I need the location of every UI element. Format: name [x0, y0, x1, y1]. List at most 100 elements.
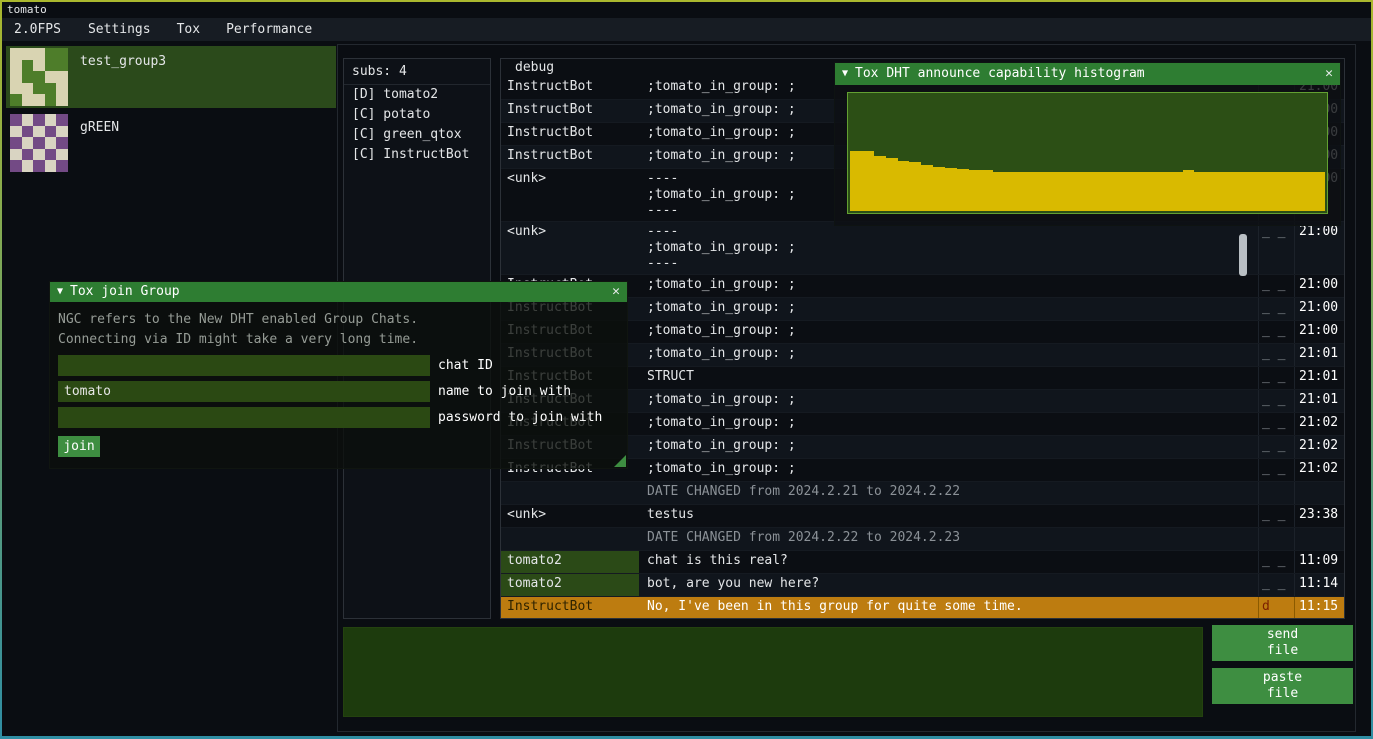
message-sender: <unk>: [501, 222, 639, 274]
member-list: [D] tomato2[C] potato[C] green_qtox[C] I…: [344, 85, 490, 165]
message-row: InstructBotSTRUCT_ _21:01: [501, 367, 1344, 390]
message-row: InstructBot;tomato_in_group: ;_ _21:02: [501, 459, 1344, 482]
message-time: 11:14: [1294, 574, 1344, 596]
histogram-bar: [1171, 172, 1183, 211]
chat-scrollbar[interactable]: [1239, 234, 1247, 276]
histogram-bar: [1159, 172, 1171, 211]
avatar-pixel: [10, 126, 22, 138]
delivery-marks: _ _: [1258, 298, 1294, 320]
delivery-marks: _ _: [1258, 436, 1294, 458]
histogram-bar: [1004, 172, 1016, 211]
avatar-pixel: [22, 94, 34, 106]
menu-settings[interactable]: Settings: [75, 22, 164, 38]
message-row: tomato2chat is this real?_ _11:09: [501, 551, 1344, 574]
resize-grip[interactable]: [614, 455, 626, 467]
avatar-pixel: [33, 48, 45, 60]
group-item-green[interactable]: gREEN: [6, 112, 336, 172]
message-sender: tomato2: [501, 574, 639, 596]
paste-file-button[interactable]: paste file: [1212, 668, 1353, 704]
message-row: InstructBot;tomato_in_group: ;_ _21:00: [501, 298, 1344, 321]
member-item[interactable]: [C] green_qtox: [344, 125, 490, 145]
avatar-pixel: [45, 114, 57, 126]
histogram-bar: [1254, 172, 1266, 211]
message-input[interactable]: [343, 627, 1203, 717]
avatar-pixel: [56, 83, 68, 95]
avatar-pixel: [33, 71, 45, 83]
avatar-pixel: [22, 149, 34, 161]
collapse-icon[interactable]: ▼: [57, 284, 63, 300]
avatar-pixel: [10, 48, 22, 60]
title-bar[interactable]: tomato: [2, 2, 1371, 18]
message-time: 21:00: [1294, 222, 1344, 274]
menu-tox[interactable]: Tox: [164, 22, 213, 38]
close-icon[interactable]: ✕: [612, 284, 620, 300]
avatar-pixel: [45, 83, 57, 95]
close-icon[interactable]: ✕: [1325, 66, 1333, 82]
avatar-pixel: [33, 160, 45, 172]
member-item[interactable]: [C] InstructBot: [344, 145, 490, 165]
delivery-marks: d: [1258, 597, 1294, 618]
message-row: DATE CHANGED from 2024.2.22 to 2024.2.23: [501, 528, 1344, 551]
message-sender: <unk>: [501, 505, 639, 527]
group-name: gREEN: [80, 120, 119, 172]
join-name-label: name to join with: [438, 384, 571, 400]
message-row: <unk>testus_ _23:38: [501, 505, 1344, 528]
group-item-test_group3[interactable]: test_group3: [6, 46, 336, 108]
collapse-icon[interactable]: ▼: [842, 66, 848, 82]
avatar-pixel: [22, 60, 34, 72]
avatar-pixel: [45, 137, 57, 149]
avatar-pixel: [22, 83, 34, 95]
sender-name: [501, 528, 639, 550]
join-dialog-header[interactable]: ▼ Tox join Group ✕: [50, 282, 627, 302]
histogram-plot: [847, 92, 1328, 214]
avatar-pixel: [56, 48, 68, 60]
avatar-pixel: [33, 114, 45, 126]
group-avatar: [10, 114, 68, 172]
histogram-bar: [1040, 172, 1052, 211]
fps-counter: 2.0FPS: [8, 22, 75, 38]
sender-name: tomato2: [501, 574, 639, 596]
sender-name: <unk>: [501, 505, 639, 527]
histogram-bar: [1194, 172, 1206, 211]
message-time: 11:09: [1294, 551, 1344, 573]
message-row: InstructBot;tomato_in_group: ;_ _21:02: [501, 413, 1344, 436]
message-text: No, I've been in this group for quite so…: [639, 597, 1258, 618]
message-text: DATE CHANGED from 2024.2.21 to 2024.2.22: [639, 482, 1258, 504]
histogram-bar: [909, 162, 921, 211]
menu-performance[interactable]: Performance: [213, 22, 325, 38]
avatar-pixel: [10, 94, 22, 106]
avatar-pixel: [22, 71, 34, 83]
join-name-input[interactable]: [58, 381, 430, 402]
message-text: ---- ;tomato_in_group: ; ----: [639, 222, 1258, 274]
send-file-button[interactable]: send file: [1212, 625, 1353, 661]
member-item[interactable]: [C] potato: [344, 105, 490, 125]
message-row: InstructBot;tomato_in_group: ;_ _21:00: [501, 275, 1344, 298]
delivery-marks: [1258, 528, 1294, 550]
histogram-bar: [898, 161, 910, 211]
delivery-marks: _ _: [1258, 390, 1294, 412]
message-text: DATE CHANGED from 2024.2.22 to 2024.2.23: [639, 528, 1258, 550]
message-text: chat is this real?: [639, 551, 1258, 573]
histogram-window-header[interactable]: ▼ Tox DHT announce capability histogram …: [835, 63, 1340, 85]
message-time: 21:01: [1294, 367, 1344, 389]
histogram-bar: [1064, 172, 1076, 211]
sender-name: InstructBot: [501, 77, 639, 99]
histogram-bar: [1278, 172, 1290, 211]
histogram-bar: [969, 170, 981, 211]
member-item[interactable]: [D] tomato2: [344, 85, 490, 105]
histogram-bar: [886, 158, 898, 211]
histogram-bar: [957, 169, 969, 211]
join-button[interactable]: join: [58, 436, 100, 457]
chat-id-input[interactable]: [58, 355, 430, 376]
sender-name: InstructBot: [501, 123, 639, 145]
delivery-marks: _ _: [1258, 344, 1294, 366]
histogram-bar: [1123, 172, 1135, 211]
message-sender: InstructBot: [501, 123, 639, 145]
message-text: ;tomato_in_group: ;: [639, 436, 1258, 458]
join-password-input[interactable]: [58, 407, 430, 428]
sender-name: InstructBot: [501, 146, 639, 168]
delivery-marks: [1258, 482, 1294, 504]
delivery-marks: _ _: [1258, 413, 1294, 435]
avatar-pixel: [33, 94, 45, 106]
window-border-left: [0, 0, 2, 739]
